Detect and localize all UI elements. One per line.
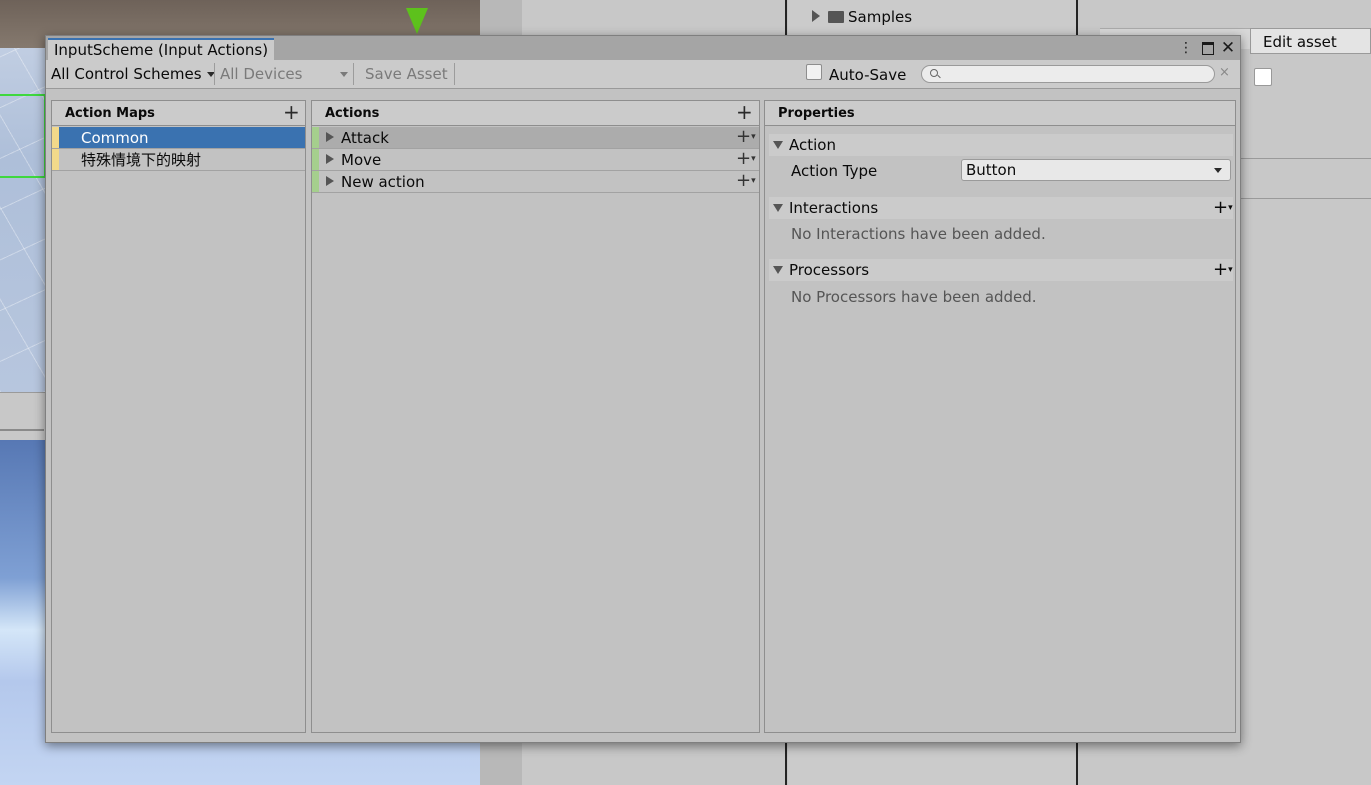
collapse-arrow-icon[interactable] bbox=[773, 141, 783, 149]
action-type-dropdown[interactable]: Button bbox=[961, 159, 1231, 181]
interactions-section-header[interactable]: Interactions +▾ bbox=[769, 197, 1233, 219]
action-type-value: Button bbox=[966, 161, 1016, 179]
search-icon bbox=[930, 69, 938, 77]
actions-title: Actions bbox=[325, 106, 379, 121]
expand-arrow-icon[interactable] bbox=[812, 10, 820, 22]
add-binding-icon[interactable]: +▾ bbox=[736, 149, 756, 169]
action-label: Attack bbox=[341, 128, 389, 148]
map-color-marker bbox=[52, 127, 59, 148]
chevron-down-icon bbox=[1214, 168, 1222, 173]
control-schemes-label: All Control Schemes bbox=[51, 65, 202, 83]
auto-save-checkbox[interactable] bbox=[806, 64, 822, 80]
maximize-icon[interactable] bbox=[1199, 40, 1217, 56]
action-map-item-special[interactable]: 特殊情境下的映射 bbox=[52, 149, 305, 171]
toolbar-divider bbox=[454, 63, 455, 85]
action-label: Move bbox=[341, 150, 381, 170]
properties-header: Properties bbox=[765, 101, 1235, 126]
processors-section-label: Processors bbox=[789, 260, 869, 280]
input-actions-window: InputScheme (Input Actions) ⋮ ✕ All Cont… bbox=[45, 35, 1241, 743]
camera-gizmo bbox=[0, 94, 46, 178]
action-maps-title: Action Maps bbox=[65, 106, 155, 121]
action-item-attack[interactable]: Attack +▾ bbox=[312, 127, 759, 149]
edit-asset-button[interactable]: Edit asset bbox=[1250, 28, 1371, 54]
folder-icon bbox=[828, 11, 844, 23]
action-section-header[interactable]: Action bbox=[769, 134, 1233, 156]
actions-pane: Actions + Attack +▾ Move +▾ New action +… bbox=[311, 100, 760, 733]
add-processor-icon[interactable]: +▾ bbox=[1213, 260, 1233, 280]
expand-arrow-icon[interactable] bbox=[326, 154, 334, 164]
map-color-marker bbox=[52, 149, 59, 170]
window-titlebar[interactable]: InputScheme (Input Actions) ⋮ ✕ bbox=[46, 36, 1240, 60]
save-asset-button[interactable]: Save Asset bbox=[365, 63, 448, 85]
action-color-marker bbox=[312, 149, 319, 170]
toolbar-divider bbox=[214, 63, 215, 85]
action-section-label: Action bbox=[789, 135, 836, 155]
add-action-icon[interactable]: + bbox=[736, 102, 753, 122]
action-map-label: Common bbox=[81, 128, 149, 148]
add-action-map-icon[interactable]: + bbox=[283, 102, 300, 122]
action-map-item-common[interactable]: Common bbox=[52, 127, 305, 149]
collapse-arrow-icon[interactable] bbox=[773, 266, 783, 274]
action-type-label: Action Type bbox=[791, 162, 877, 180]
processors-section-header[interactable]: Processors +▾ bbox=[769, 259, 1233, 281]
action-maps-pane: Action Maps + Common 特殊情境下的映射 bbox=[51, 100, 306, 733]
interactions-empty-text: No Interactions have been added. bbox=[791, 225, 1046, 243]
properties-pane: Properties Action Action Type Button Int… bbox=[764, 100, 1236, 733]
action-item-move[interactable]: Move +▾ bbox=[312, 149, 759, 171]
auto-save-label: Auto-Save bbox=[829, 66, 906, 84]
add-binding-icon[interactable]: +▾ bbox=[736, 171, 756, 191]
inspector-checkbox[interactable] bbox=[1254, 68, 1272, 86]
divider bbox=[0, 429, 44, 431]
gizmo-cone-icon[interactable] bbox=[406, 8, 428, 34]
expand-arrow-icon[interactable] bbox=[326, 176, 334, 186]
expand-arrow-icon[interactable] bbox=[326, 132, 334, 142]
processors-empty-text: No Processors have been added. bbox=[791, 288, 1037, 306]
chevron-down-icon bbox=[340, 72, 348, 77]
close-icon[interactable]: ✕ bbox=[1219, 40, 1237, 56]
search-clear-icon[interactable]: × bbox=[1219, 65, 1230, 81]
action-color-marker bbox=[312, 171, 319, 192]
action-label: New action bbox=[341, 172, 425, 192]
more-options-icon[interactable]: ⋮ bbox=[1177, 40, 1195, 56]
actions-header: Actions + bbox=[312, 101, 759, 126]
action-item-new-action[interactable]: New action +▾ bbox=[312, 171, 759, 193]
control-schemes-dropdown[interactable]: All Control Schemes bbox=[51, 63, 215, 85]
project-folder-samples[interactable]: Samples bbox=[848, 8, 912, 26]
interactions-section-label: Interactions bbox=[789, 198, 878, 218]
search-input[interactable] bbox=[921, 65, 1215, 83]
window-toolbar: All Control Schemes All Devices Save Ass… bbox=[46, 60, 1240, 89]
devices-dropdown[interactable]: All Devices bbox=[220, 63, 348, 85]
action-color-marker bbox=[312, 127, 319, 148]
add-interaction-icon[interactable]: +▾ bbox=[1213, 198, 1233, 218]
add-binding-icon[interactable]: +▾ bbox=[736, 127, 756, 147]
properties-title: Properties bbox=[778, 106, 855, 121]
collapse-arrow-icon[interactable] bbox=[773, 204, 783, 212]
devices-label: All Devices bbox=[220, 65, 302, 83]
action-maps-header: Action Maps + bbox=[52, 101, 305, 126]
window-tab[interactable]: InputScheme (Input Actions) bbox=[48, 38, 274, 60]
toolbar-divider bbox=[353, 63, 354, 85]
action-map-label: 特殊情境下的映射 bbox=[81, 150, 201, 170]
